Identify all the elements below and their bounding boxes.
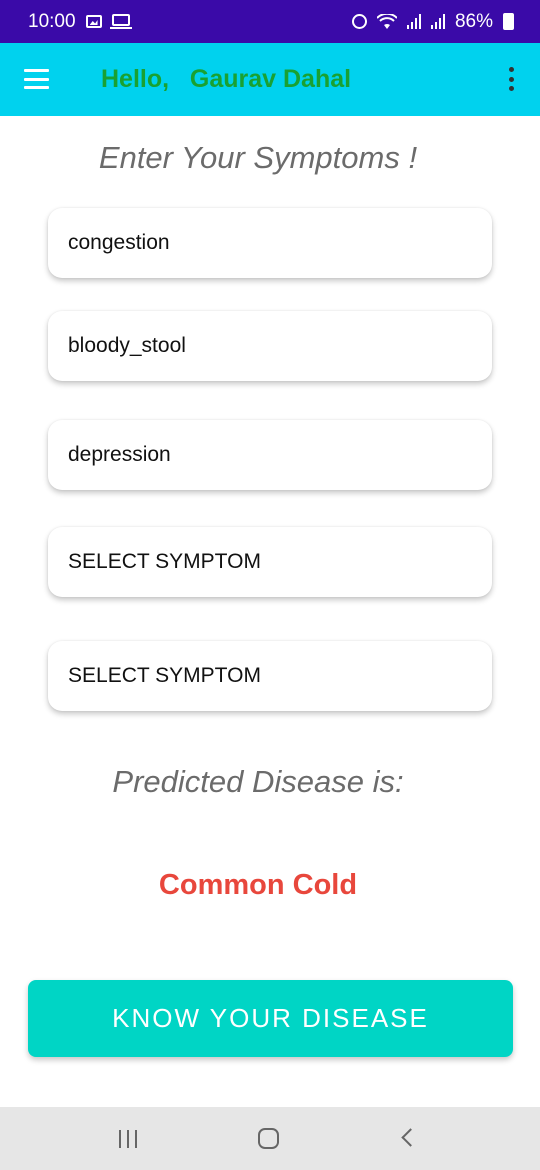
status-left: 10:00 (28, 10, 132, 33)
symptom-value: SELECT SYMPTOM (68, 550, 261, 573)
status-time: 10:00 (28, 10, 76, 32)
symptom-field-2[interactable]: bloody_stool (48, 311, 492, 381)
predicted-disease-value: Common Cold (158, 869, 358, 901)
battery-charging-icon (503, 13, 514, 30)
symptom-field-5[interactable]: SELECT SYMPTOM (48, 641, 492, 711)
predicted-disease-label: Predicted Disease is: (112, 764, 404, 799)
symptom-value: congestion (68, 231, 170, 254)
symptom-value: depression (68, 443, 171, 466)
app-screen: 10:00 86% Hello, Gaurav Dahal Enter Your… (0, 0, 540, 1170)
symptom-field-3[interactable]: depression (48, 420, 492, 490)
signal-icon (430, 14, 445, 29)
symptom-field-4[interactable]: SELECT SYMPTOM (48, 527, 492, 597)
status-right: 86% (351, 10, 514, 33)
alarm-icon (351, 14, 367, 29)
signal-icon (406, 14, 421, 29)
symptoms-heading: Enter Your Symptoms ! (98, 140, 418, 175)
symptom-field-1[interactable]: congestion (48, 208, 492, 278)
system-nav-bar (0, 1107, 540, 1170)
app-bar: Hello, Gaurav Dahal (0, 43, 540, 116)
image-icon (85, 15, 102, 28)
symptom-value: SELECT SYMPTOM (68, 664, 261, 687)
battery-percent: 86% (454, 10, 493, 32)
home-icon[interactable] (258, 1128, 279, 1149)
wifi-icon (376, 13, 397, 29)
greeting-title: Hello, Gaurav Dahal (101, 65, 352, 93)
know-your-disease-button[interactable]: KNOW YOUR DISEASE (28, 980, 513, 1057)
symptom-value: bloody_stool (68, 334, 186, 357)
kebab-menu-icon[interactable] (508, 67, 514, 91)
recents-icon[interactable] (119, 1130, 137, 1148)
status-bar: 10:00 86% (0, 0, 540, 43)
back-icon[interactable] (401, 1128, 420, 1147)
hamburger-icon[interactable] (24, 69, 49, 89)
laptop-icon (109, 14, 132, 29)
